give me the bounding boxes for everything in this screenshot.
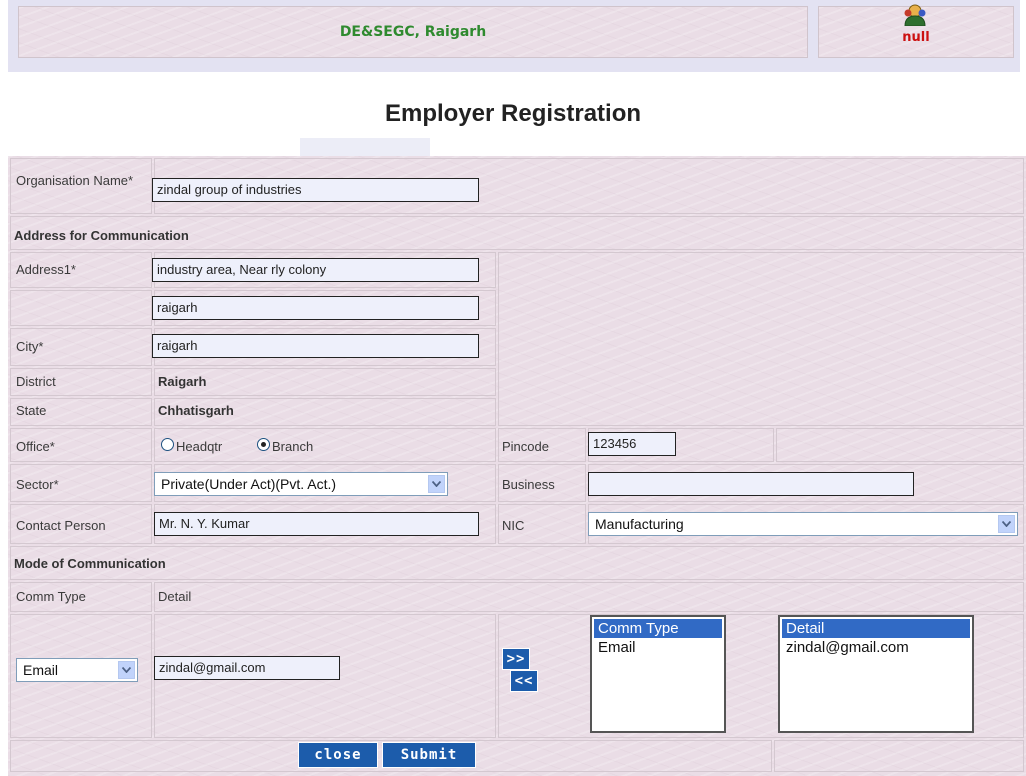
list-item[interactable]: Email <box>594 638 722 657</box>
chevron-down-icon[interactable] <box>428 475 445 493</box>
chevron-down-icon[interactable] <box>118 661 135 679</box>
office-label: Office* <box>16 439 55 454</box>
address2-input[interactable]: raigarh <box>152 296 479 320</box>
nic-select[interactable]: Manufacturing <box>588 512 1018 536</box>
address1-input[interactable]: industry area, Near rly colony <box>152 258 479 282</box>
address-right-cell <box>498 252 1024 426</box>
office-branch-radio[interactable] <box>257 438 270 451</box>
comm-type-header: Comm Type <box>16 589 86 604</box>
city-label: City* <box>16 339 44 354</box>
state-label: State <box>16 403 47 418</box>
mode-section-heading: Mode of Communication <box>14 556 166 571</box>
address1-label: Address1* <box>16 262 76 277</box>
nic-select-value: Manufacturing <box>595 516 684 532</box>
user-name: null <box>902 30 930 45</box>
contact-person-input[interactable]: Mr. N. Y. Kumar <box>154 512 479 536</box>
district-value: Raigarh <box>158 374 207 389</box>
city-input[interactable]: raigarh <box>152 334 479 358</box>
organisation-label: Organisation Name* <box>16 173 134 188</box>
sector-select-value: Private(Under Act)(Pvt. Act.) <box>161 476 337 492</box>
business-label: Business <box>502 477 555 492</box>
header-title: DE&SEGC, Raigarh <box>339 24 487 40</box>
registration-form: Organisation Name* zindal group of indus… <box>8 156 1026 776</box>
pincode-right-cell <box>776 428 1024 462</box>
office-headqtr-label: Headqtr <box>176 439 223 454</box>
sector-label: Sector* <box>16 477 59 492</box>
organisation-name-input[interactable]: zindal group of industries <box>152 178 479 202</box>
address-section-heading: Address for Communication <box>14 228 189 243</box>
state-value: Chhatisgarh <box>158 403 234 418</box>
detail-header-cell <box>154 582 1024 612</box>
list-item[interactable]: zindal@gmail.com <box>782 638 970 657</box>
buttons-right-cell <box>774 740 1024 772</box>
page-title: Employer Registration <box>384 100 642 127</box>
sector-select[interactable]: Private(Under Act)(Pvt. Act.) <box>154 472 448 496</box>
comm-type-select[interactable]: Email <box>16 658 138 682</box>
user-icon <box>900 4 930 27</box>
list-item[interactable]: Comm Type <box>594 619 722 638</box>
address2-label-cell <box>10 290 152 326</box>
pincode-input[interactable]: 123456 <box>588 432 676 456</box>
office-headqtr-radio[interactable] <box>161 438 174 451</box>
detail-header: Detail <box>158 589 192 604</box>
business-input[interactable] <box>588 472 914 496</box>
add-to-list-button[interactable]: >> <box>502 648 530 670</box>
district-label: District <box>16 374 56 389</box>
comm-type-list[interactable]: Comm Type Email <box>590 615 726 733</box>
close-button[interactable]: close <box>298 742 378 768</box>
remove-from-list-button[interactable]: << <box>510 670 538 692</box>
list-item[interactable]: Detail <box>782 619 970 638</box>
nic-label: NIC <box>502 518 525 533</box>
contact-label: Contact Person <box>16 518 106 533</box>
office-branch-label: Branch <box>272 439 314 454</box>
detail-list[interactable]: Detail zindal@gmail.com <box>778 615 974 733</box>
comm-type-select-value: Email <box>23 662 59 678</box>
detail-input[interactable]: zindal@gmail.com <box>154 656 340 680</box>
chevron-down-icon[interactable] <box>998 515 1015 533</box>
submit-button[interactable]: Submit <box>382 742 476 768</box>
pincode-label: Pincode <box>502 439 549 454</box>
